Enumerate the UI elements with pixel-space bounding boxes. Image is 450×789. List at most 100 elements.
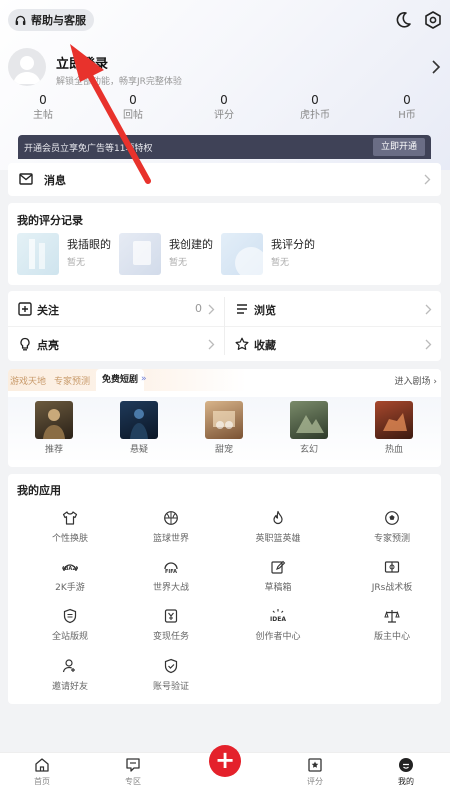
nav-home[interactable]: 首页: [12, 757, 72, 787]
follow-count: 0: [195, 302, 202, 315]
chevron-right-icon: [208, 339, 215, 350]
login-profile-row[interactable]: 立即登录 解锁全部功能，畅享JR完整体验: [8, 48, 442, 92]
chevron-right-icon: [424, 174, 431, 185]
rating-item-bookmarked[interactable]: 我插眼的 暂无: [17, 233, 119, 275]
basketball-icon: [163, 510, 179, 526]
stat-coins[interactable]: 0 虎扑币: [280, 93, 350, 122]
stat-label: H币: [398, 110, 416, 121]
follow-row[interactable]: 关注 0: [8, 292, 224, 326]
nav-profile[interactable]: 我的: [376, 757, 436, 787]
genre-romance[interactable]: 甜宠: [199, 401, 249, 455]
app-expert-predictions[interactable]: 专家预测: [347, 510, 437, 544]
vip-open-button[interactable]: 立即开通: [372, 138, 425, 156]
svg-text:FIFA: FIFA: [165, 569, 177, 575]
app-monetize-tasks[interactable]: 变现任务: [126, 608, 216, 642]
app-moderator-center[interactable]: 版主中心: [347, 608, 437, 642]
add-square-icon: [18, 302, 32, 316]
vip-text: 开通会员立享免广告等11项特权: [24, 143, 153, 154]
tab-free-shorts[interactable]: 免费短剧: [96, 369, 145, 391]
genre-list: 推荐 悬疑 甜宠 玄幻 热血: [8, 397, 441, 463]
chevron-right-icon[interactable]: [430, 60, 442, 74]
rating-item-rated[interactable]: 我评分的 暂无: [221, 233, 323, 279]
chevron-right-icon: [208, 304, 215, 315]
app-label: 篮球世界: [152, 534, 189, 544]
app-2k-mobile[interactable]: NBA2K 2K手游: [25, 559, 115, 593]
verify-shield-icon: [163, 658, 179, 674]
genre-recommend[interactable]: 推荐: [29, 401, 79, 455]
stat-value: 0: [403, 93, 411, 107]
app-site-rules[interactable]: 全站版规: [25, 608, 115, 642]
help-support-button[interactable]: 帮助与客服: [8, 9, 94, 31]
stat-label: 主帖: [33, 110, 53, 121]
stat-value: 0: [220, 93, 228, 107]
login-subtitle: 解锁全部功能，畅享JR完整体验: [56, 77, 182, 87]
app-label: JRs战术板: [371, 583, 413, 593]
app-drafts[interactable]: 草稿箱: [233, 559, 323, 593]
rating-thumbnail: [221, 233, 267, 279]
login-title[interactable]: 立即登录: [56, 53, 108, 72]
history-icon: [237, 304, 247, 314]
app-skin[interactable]: 个性换肤: [25, 510, 115, 544]
money-task-icon: [163, 608, 179, 624]
my-apps-card: 我的应用 个性换肤 篮球世界 英职篮英雄 专家预测 NBA2K 2K手游 FIF…: [8, 474, 441, 704]
app-nba-heroes[interactable]: 英职篮英雄: [233, 510, 323, 544]
app-invite-friends[interactable]: 邀请好友: [25, 658, 115, 692]
app-account-verify[interactable]: 账号验证: [126, 658, 216, 692]
app-basketball-world[interactable]: 篮球世界: [126, 510, 216, 544]
star-icon: [235, 337, 249, 350]
app-label: 版主中心: [373, 632, 410, 642]
genre-label: 玄幻: [299, 445, 318, 455]
app-label: 个性换肤: [51, 534, 88, 544]
chevron-right-icon: [425, 339, 432, 350]
tab-predictions[interactable]: 专家预测: [54, 374, 90, 387]
app-label: 专家预测: [373, 534, 410, 544]
enter-theater-link[interactable]: 进入剧场 ›: [395, 374, 437, 387]
app-label: 邀请好友: [51, 682, 88, 692]
collect-row[interactable]: 收藏: [225, 327, 441, 361]
edit-icon: [270, 559, 286, 575]
stat-value: 0: [129, 93, 137, 107]
app-label: 2K手游: [55, 583, 85, 593]
tab-games[interactable]: 游戏天地: [10, 374, 46, 387]
vip-banner[interactable]: 开通会员立享免广告等11项特权 立即开通: [18, 135, 431, 159]
stat-replies[interactable]: 0 回帖: [98, 93, 168, 122]
activity-grid-card: 关注 0 浏览 点亮 收藏: [8, 291, 441, 361]
messages-row[interactable]: 消息: [8, 163, 441, 196]
like-row[interactable]: 点亮: [8, 327, 224, 361]
collect-label: 收藏: [254, 339, 276, 352]
app-creator-center[interactable]: IDEA 创作者中心: [233, 608, 323, 642]
avatar[interactable]: [8, 48, 46, 86]
2k-icon: NBA2K: [60, 559, 81, 575]
genre-passion[interactable]: 热血: [369, 401, 419, 455]
nav-zone[interactable]: 专区: [103, 757, 163, 787]
rating-thumbnail: [119, 233, 161, 275]
app-label: 创作者中心: [255, 632, 301, 642]
app-label: 英职篮英雄: [255, 534, 301, 544]
settings-icon[interactable]: [423, 10, 443, 30]
genre-thumbnail: [35, 401, 73, 439]
genre-thumbnail: [290, 401, 328, 439]
short-drama-card: 游戏天地 专家预测 免费短剧 » 进入剧场 › 推荐 悬疑 甜宠 玄幻 热血: [8, 369, 441, 467]
dark-mode-icon[interactable]: [393, 10, 413, 30]
stat-h-coins[interactable]: 0 H币: [372, 93, 442, 122]
post-button[interactable]: +: [209, 745, 241, 777]
stat-label: 虎扑币: [300, 110, 330, 121]
bottom-navigation: 首页 专区 + 评分 我的: [0, 745, 450, 789]
stat-ratings[interactable]: 0 评分: [189, 93, 259, 122]
genre-suspense[interactable]: 悬疑: [114, 401, 164, 455]
app-tactics-board[interactable]: JRs战术板: [347, 559, 437, 593]
shirt-icon: [62, 510, 78, 526]
tactics-board-icon: [384, 559, 400, 575]
rating-item-name: 我评分的: [271, 238, 315, 251]
browse-row[interactable]: 浏览: [225, 292, 441, 326]
genre-label: 甜宠: [214, 445, 233, 455]
nav-rating[interactable]: 评分: [285, 757, 345, 787]
rating-item-created[interactable]: 我创建的 暂无: [119, 233, 221, 275]
browse-label: 浏览: [254, 304, 276, 317]
app-world-war[interactable]: FIFA 世界大战: [126, 559, 216, 593]
genre-label: 热血: [384, 445, 403, 455]
enter-theater-label: 进入剧场: [394, 377, 431, 387]
genre-thumbnail: [375, 401, 413, 439]
genre-fantasy[interactable]: 玄幻: [284, 401, 334, 455]
stat-posts[interactable]: 0 主帖: [8, 93, 78, 122]
